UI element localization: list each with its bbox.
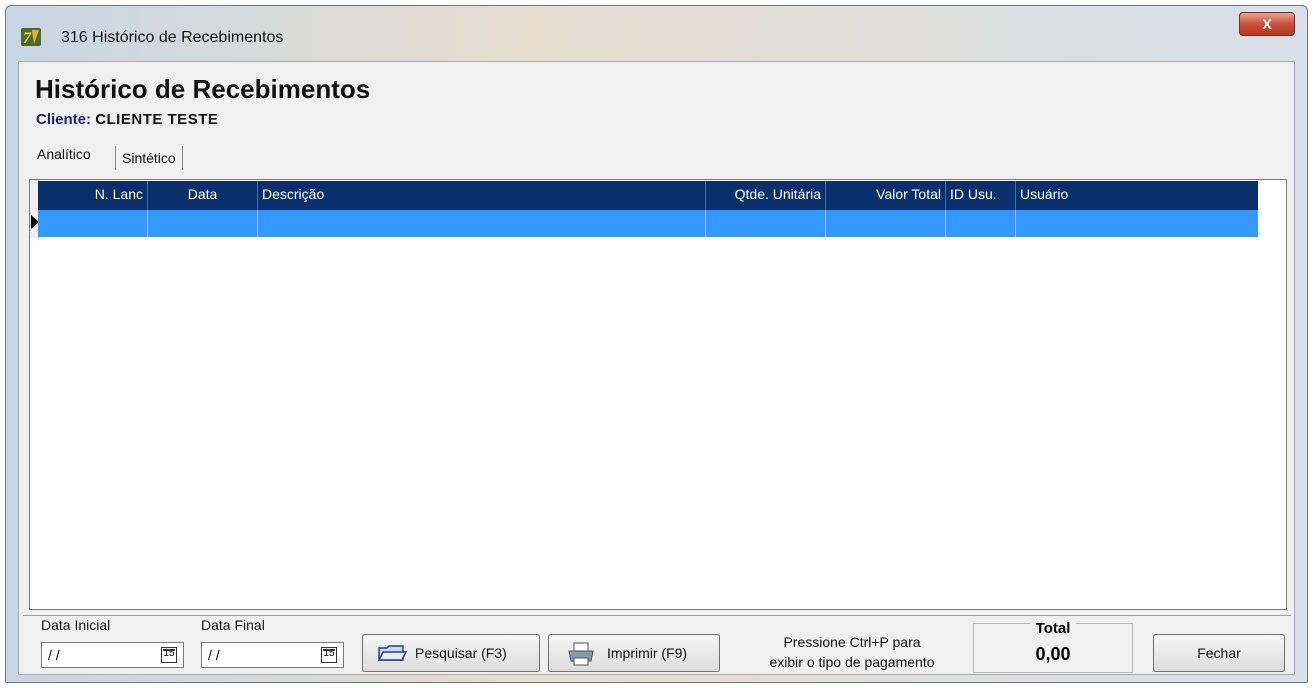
cell-data[interactable] (148, 210, 258, 237)
end-date-field[interactable]: / / 15 (201, 642, 344, 668)
column-qtde-unitaria[interactable]: Qtde. Unitária (706, 181, 826, 210)
tab-analitico[interactable]: Analítico (31, 142, 97, 168)
records-grid[interactable]: N. Lanc Data Descrição Qtde. Unitária Va… (29, 179, 1287, 610)
form-body: Histórico de Recebimentos Cliente: CLIEN… (18, 61, 1295, 675)
footer-divider (23, 615, 1291, 616)
page-title: Histórico de Recebimentos (35, 74, 371, 104)
end-date-value: / / (208, 647, 220, 663)
search-button[interactable]: Pesquisar (F3) (362, 634, 540, 672)
folder-icon (377, 645, 407, 661)
search-button-label: Pesquisar (F3) (415, 645, 507, 661)
printer-icon (568, 642, 594, 666)
client-label: Cliente: (36, 111, 92, 128)
cell-n-lanc[interactable] (38, 210, 148, 237)
cell-descricao[interactable] (258, 210, 706, 237)
ctrl-p-hint: Pressione Ctrl+P para exibir o tipo de p… (737, 632, 967, 672)
print-button[interactable]: Imprimir (F9) (548, 634, 720, 672)
cell-valor-total[interactable] (826, 210, 946, 237)
client-info: Cliente: CLIENTE TESTE (36, 111, 218, 128)
total-label: Total (974, 620, 1132, 637)
total-value: 0,00 (1035, 644, 1071, 664)
main-window: 7 316 Histórico de Recebimentos X Histór… (5, 5, 1308, 683)
end-date-label: Data Final (201, 617, 265, 633)
grid-header: N. Lanc Data Descrição Qtde. Unitária Va… (38, 181, 1258, 210)
start-date-label: Data Inicial (41, 617, 111, 633)
title-bar[interactable]: 7 316 Histórico de Recebimentos X (6, 6, 1307, 59)
client-name: CLIENTE TESTE (95, 111, 219, 128)
start-date-field[interactable]: / / 15 (41, 642, 184, 668)
app-icon: 7 (21, 28, 41, 47)
hint-line-1: Pressione Ctrl+P para (783, 634, 921, 650)
column-usuario[interactable]: Usuário (1016, 181, 1258, 210)
svg-text:7: 7 (23, 30, 32, 47)
calendar-icon[interactable]: 15 (321, 647, 337, 663)
start-date-value: / / (48, 647, 60, 663)
cell-id-usu[interactable] (946, 210, 1016, 237)
window-title: 316 Histórico de Recebimentos (61, 29, 284, 46)
close-button-label: Fechar (1197, 645, 1241, 661)
calendar-icon[interactable]: 15 (161, 647, 177, 663)
column-descricao[interactable]: Descrição (258, 181, 706, 210)
column-id-usu[interactable]: ID Usu. (946, 181, 1016, 210)
close-window-button[interactable]: X (1239, 12, 1295, 36)
table-row[interactable] (38, 210, 1258, 237)
cell-qtde-unitaria[interactable] (706, 210, 826, 237)
column-data[interactable]: Data (148, 181, 258, 210)
tab-sintetico[interactable]: Sintético (115, 146, 183, 170)
column-n-lanc[interactable]: N. Lanc (38, 181, 148, 210)
close-button[interactable]: Fechar (1153, 634, 1285, 672)
total-box: Total 0,00 (973, 620, 1133, 673)
print-button-label: Imprimir (F9) (607, 645, 688, 661)
column-valor-total[interactable]: Valor Total (826, 181, 946, 210)
hint-line-2: exibir o tipo de pagamento (769, 654, 935, 670)
cell-usuario[interactable] (1016, 210, 1258, 237)
